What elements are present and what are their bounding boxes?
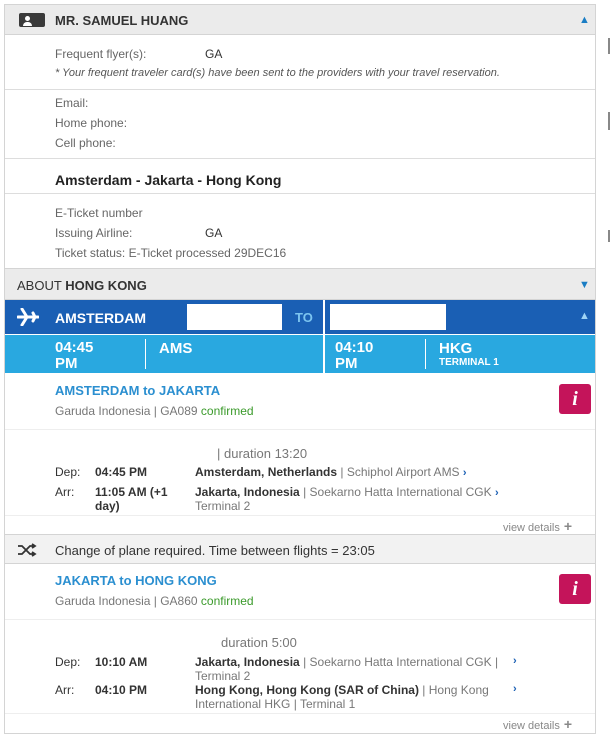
flight2-title-link[interactable]: JAKARTA to HONG KONG xyxy=(55,573,217,588)
divider xyxy=(323,335,325,373)
flight2-dep-airport: | Soekarno Hatta International CGK | xyxy=(303,655,499,669)
summary-arr-code: HKG xyxy=(439,340,473,357)
flight2-arr-place: Hong Kong, Hong Kong (SAR of China) xyxy=(195,683,419,697)
person-card-icon xyxy=(19,13,45,27)
flight2-view-details[interactable]: view details + xyxy=(503,716,572,732)
summary-from-city: AMSTERDAM xyxy=(55,310,146,326)
flight1-airline: Garuda Indonesia | xyxy=(55,404,157,418)
divider xyxy=(145,339,146,369)
home-phone-label: Home phone: xyxy=(55,116,128,130)
flight1-number: GA089 xyxy=(160,404,198,418)
summary-dep-time: 04:45 xyxy=(55,339,94,356)
chevron-right-icon[interactable]: › xyxy=(513,683,517,695)
flight2-duration: duration 5:00 xyxy=(221,635,297,650)
divider xyxy=(425,339,426,369)
plus-icon: + xyxy=(563,716,573,732)
cropped-fragment xyxy=(608,112,610,130)
divider xyxy=(5,158,595,159)
summary-arr-terminal: TERMINAL 1 xyxy=(439,357,499,368)
plane-icon xyxy=(17,308,39,326)
eticket-label: E-Ticket number xyxy=(55,206,143,220)
issuing-airline-value: GA xyxy=(205,226,223,240)
flight1-dep-time: 04:45 PM xyxy=(95,465,148,479)
cropped-fragment xyxy=(608,230,610,242)
flight2-arr-label: Arr: xyxy=(55,683,75,697)
divider xyxy=(5,193,595,194)
flight2-dep-time: 10:10 AM xyxy=(95,655,148,669)
redacted-field xyxy=(187,304,282,330)
about-prefix: ABOUT xyxy=(17,278,62,293)
flight1-dep-place: Amsterdam, Netherlands xyxy=(195,465,338,479)
flight2-status: confirmed xyxy=(200,594,254,608)
divider xyxy=(323,300,325,334)
shuffle-icon xyxy=(18,543,37,557)
flight2-dep-terminal: Terminal 2 xyxy=(195,669,251,683)
chevron-up-icon[interactable]: ▲ xyxy=(579,14,590,26)
passenger-header[interactable]: MR. SAMUEL HUANG ▲ xyxy=(5,5,595,35)
summary-dep-ampm: PM xyxy=(55,355,78,372)
cell-phone-label: Cell phone: xyxy=(55,136,116,150)
flight1-arr-time: 11:05 AM (+1 day) xyxy=(95,485,168,513)
redacted-field xyxy=(330,304,446,330)
cropped-fragment xyxy=(608,38,610,54)
flight1-duration: | duration 13:20 xyxy=(217,446,308,461)
reservation-panel: MR. SAMUEL HUANG ▲ Frequent flyer(s): GA… xyxy=(4,4,596,734)
ff-note: * Your frequent traveler card(s) have be… xyxy=(55,67,500,79)
flight1-title-link[interactable]: AMSTERDAM to JAKARTA xyxy=(55,383,220,398)
chevron-down-icon[interactable]: ▼ xyxy=(579,279,590,291)
flight2-arr-time: 04:10 PM xyxy=(95,683,148,697)
chevron-right-icon[interactable]: › xyxy=(513,655,517,667)
flight1-dep-airport: | Schiphol Airport AMS xyxy=(340,465,460,479)
flight1-arr-terminal: Terminal 2 xyxy=(195,499,251,513)
flight1-arr-label: Arr: xyxy=(55,485,75,499)
ticket-status: Ticket status: E-Ticket processed 29DEC1… xyxy=(55,246,287,260)
ff-label: Frequent flyer(s): xyxy=(55,47,147,61)
ff-value: GA xyxy=(205,47,223,61)
email-label: Email: xyxy=(55,96,89,110)
divider xyxy=(5,429,595,430)
flight2-dep-place: Jakarta, Indonesia xyxy=(195,655,300,669)
passenger-name: MR. SAMUEL HUANG xyxy=(55,13,189,28)
plus-icon: + xyxy=(563,518,573,534)
trip-route: Amsterdam - Jakarta - Hong Kong xyxy=(55,172,282,188)
divider xyxy=(5,515,595,516)
summary-arr-time: 04:10 xyxy=(335,339,374,356)
about-section-header[interactable]: ABOUT HONG KONG ▼ xyxy=(5,268,595,300)
flight2-arr-airport: | Hong Kong xyxy=(422,683,489,697)
change-of-plane-notice: Change of plane required. Time between f… xyxy=(5,534,595,564)
divider xyxy=(5,619,595,620)
summary-arr-ampm: PM xyxy=(335,355,358,372)
change-text: Change of plane required. Time between f… xyxy=(55,543,375,558)
flight1-arr-airport: | Soekarno Hatta International CGK xyxy=(303,485,492,499)
flight2-number: GA860 xyxy=(160,594,198,608)
chevron-right-icon[interactable]: › xyxy=(495,487,499,499)
flight2-arr-airport2: International HKG xyxy=(195,697,291,711)
flight2-arr-terminal: | Terminal 1 xyxy=(293,697,356,711)
issuing-airline-label: Issuing Airline: xyxy=(55,226,133,240)
about-city: HONG KONG xyxy=(65,278,147,293)
chevron-right-icon[interactable]: › xyxy=(463,467,467,479)
summary-dep-code: AMS xyxy=(159,340,193,357)
chevron-up-icon[interactable]: ▲ xyxy=(579,310,590,322)
flight1-view-details[interactable]: view details + xyxy=(503,518,572,534)
divider xyxy=(5,89,595,90)
info-icon[interactable]: i xyxy=(559,574,591,604)
flight1-dep-label: Dep: xyxy=(55,465,81,479)
flight2-airline: Garuda Indonesia | xyxy=(55,594,157,608)
flight-summary-bar[interactable]: AMSTERDAM TO ▲ xyxy=(5,300,595,334)
summary-to-label: TO xyxy=(295,310,313,325)
flight1-arr-place: Jakarta, Indonesia xyxy=(195,485,300,499)
info-icon[interactable]: i xyxy=(559,384,591,414)
flight2-dep-label: Dep: xyxy=(55,655,81,669)
flight-times-bar: 04:45 PM AMS 04:10 PM HKG TERMINAL 1 xyxy=(5,335,595,373)
divider xyxy=(5,713,595,714)
flight1-status: confirmed xyxy=(200,404,254,418)
